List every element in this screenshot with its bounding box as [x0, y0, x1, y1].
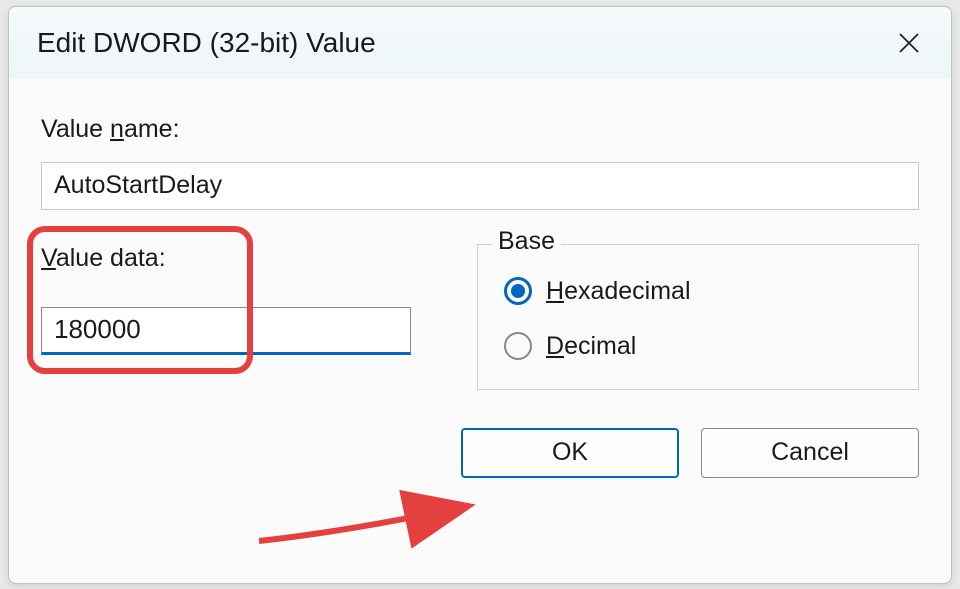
radio-hexadecimal[interactable]: Hexadecimal — [504, 277, 892, 306]
radio-circle-icon — [504, 277, 532, 305]
middle-row: Value data: Base Hexadecimal — [41, 244, 919, 390]
value-data-section: Value data: — [41, 244, 441, 390]
close-button[interactable] — [889, 23, 929, 63]
value-data-input[interactable] — [41, 307, 411, 355]
button-row: OK Cancel — [41, 428, 919, 478]
radio-dot-icon — [511, 284, 525, 298]
titlebar: Edit DWORD (32-bit) Value — [9, 7, 951, 79]
value-name-input[interactable] — [41, 162, 919, 210]
dialog-title: Edit DWORD (32-bit) Value — [37, 27, 376, 59]
base-fieldset: Base Hexadecimal Decimal — [477, 244, 919, 390]
radio-hexadecimal-label: Hexadecimal — [546, 277, 691, 306]
close-icon — [898, 32, 920, 54]
ok-button[interactable]: OK — [461, 428, 679, 478]
value-name-label: Value name: — [41, 115, 919, 144]
radio-decimal-label: Decimal — [546, 332, 636, 361]
base-legend: Base — [492, 227, 561, 256]
edit-dword-dialog: Edit DWORD (32-bit) Value Value name: Va… — [8, 6, 952, 584]
value-data-label: Value data: — [41, 244, 441, 273]
base-radio-group: Hexadecimal Decimal — [504, 277, 892, 361]
cancel-button[interactable]: Cancel — [701, 428, 919, 478]
radio-decimal[interactable]: Decimal — [504, 332, 892, 361]
radio-circle-icon — [504, 332, 532, 360]
dialog-content: Value name: Value data: Base — [9, 79, 951, 500]
